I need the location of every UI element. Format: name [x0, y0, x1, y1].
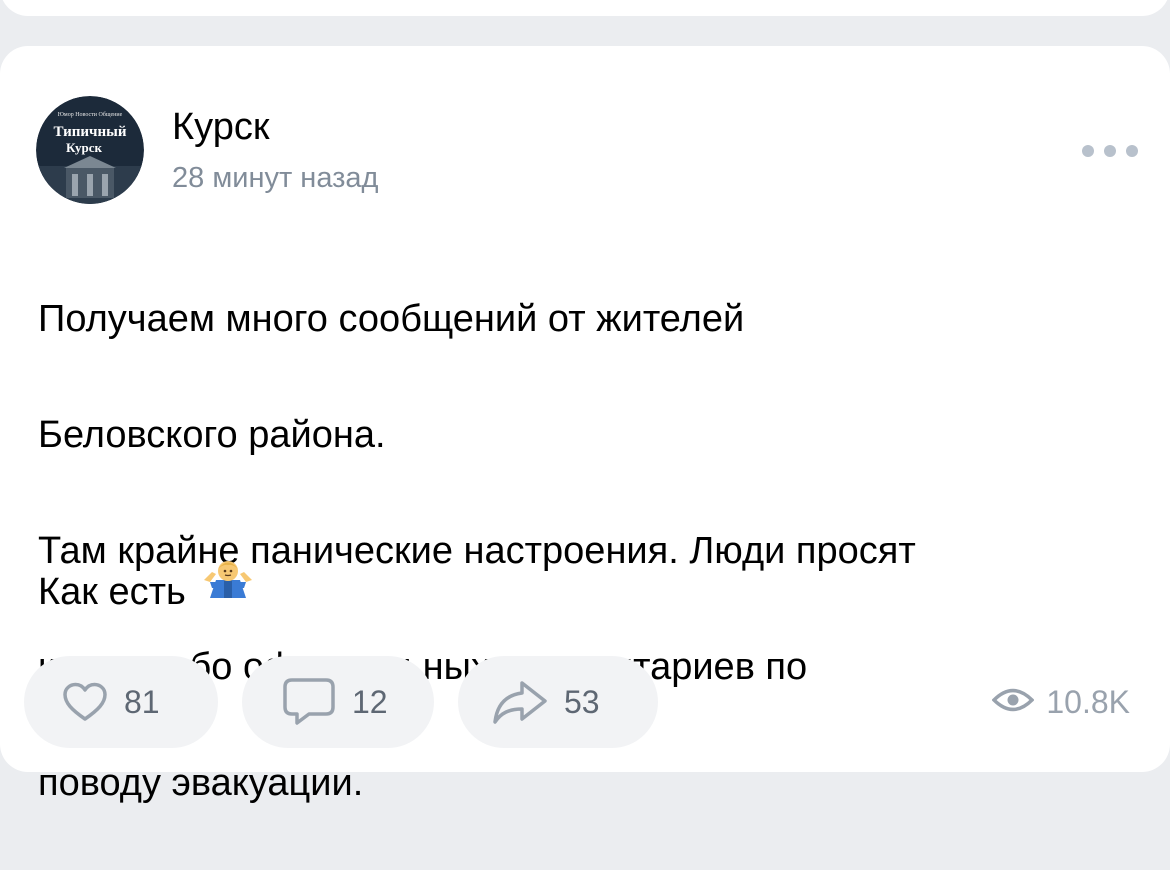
views-count: 10.8K: [1046, 683, 1130, 720]
heart-icon: [62, 682, 108, 722]
post-footer-text: Как есть: [38, 558, 256, 625]
like-count: 81: [124, 683, 160, 720]
post-text-line: Получаем много сообщений от жителей: [38, 298, 745, 340]
comment-count: 12: [352, 683, 388, 720]
comment-icon: [282, 677, 336, 727]
avatar-title-line1: Типичный: [53, 124, 126, 140]
previous-post-card: [0, 0, 1170, 16]
post-text-line: поводу эвакуации.: [38, 762, 364, 804]
avatar-tagline: Юмор Новости Общение: [58, 111, 123, 118]
post-time[interactable]: 28 минут назад: [172, 160, 378, 196]
post-footer-label: Как есть: [38, 570, 186, 613]
post-text: Получаем много сообщений от жителей Бело…: [38, 232, 1138, 870]
avatar-title-line2: Курск: [66, 140, 103, 155]
more-dot-icon: [1104, 145, 1116, 157]
like-button[interactable]: 81: [24, 656, 218, 748]
person-shrugging-emoji-icon: [200, 558, 256, 625]
views-counter: 10.8K: [991, 680, 1130, 724]
post-text-line: Беловского района.: [38, 414, 386, 456]
more-dot-icon: [1126, 145, 1138, 157]
comment-button[interactable]: 12: [242, 656, 434, 748]
more-options-button[interactable]: [1082, 136, 1138, 166]
share-count: 53: [564, 683, 600, 720]
author-name[interactable]: Курск: [172, 104, 269, 150]
share-button[interactable]: 53: [458, 656, 658, 748]
share-arrow-icon: [492, 679, 548, 725]
eye-icon: [991, 685, 1035, 720]
more-dot-icon: [1082, 145, 1094, 157]
avatar[interactable]: Юмор Новости Общение Типичный Курск: [36, 96, 144, 204]
